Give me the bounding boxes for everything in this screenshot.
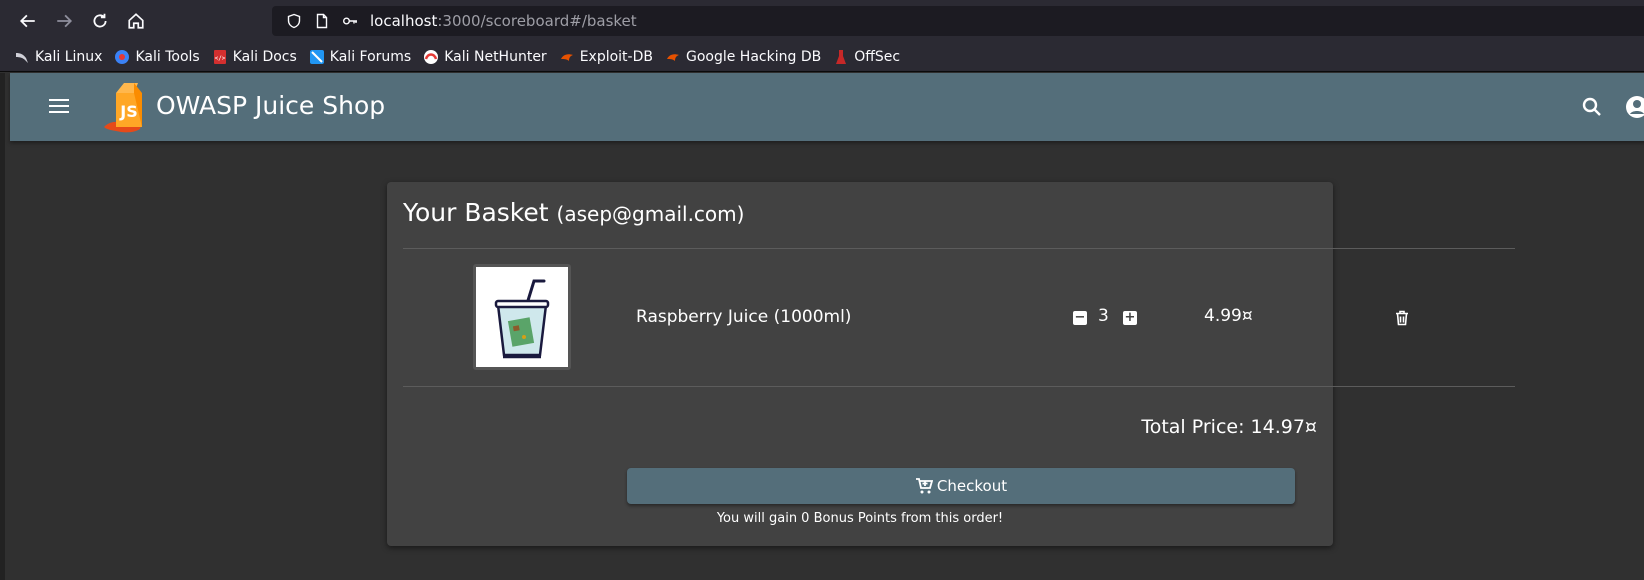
url-bar[interactable]: localhost:3000/scoreboard#/basket — [272, 6, 1644, 36]
home-icon — [128, 13, 144, 29]
kali-forums-icon — [309, 49, 325, 65]
bookmark-label: Kali Tools — [135, 48, 200, 65]
kali-dragon-icon — [14, 49, 30, 65]
bookmark-exploit-db[interactable]: Exploit-DB — [559, 49, 653, 65]
minus-icon: − — [1074, 310, 1086, 325]
browser-toolbar: localhost:3000/scoreboard#/basket — [0, 0, 1644, 42]
basket-card: Your Basket (asep@gmail.com) Raspberry J… — [387, 182, 1515, 546]
bookmark-label: Kali Linux — [35, 48, 103, 65]
app-toolbar: JS OWASP Juice Shop — [10, 73, 1644, 141]
search-icon[interactable] — [1580, 95, 1604, 119]
increase-quantity-button[interactable]: + — [1123, 311, 1137, 325]
bookmark-label: Kali Forums — [329, 48, 412, 65]
bookmark-label: Google Hacking DB — [685, 48, 822, 65]
kali-tools-icon — [114, 49, 130, 65]
checkout-label: Checkout — [936, 477, 1008, 495]
bookmark-label: Kali NetHunter — [444, 48, 547, 65]
cart-icon — [915, 478, 933, 494]
decrease-quantity-button[interactable]: − — [1073, 311, 1087, 325]
back-arrow-icon — [19, 14, 35, 28]
basket-heading: Your Basket (asep@gmail.com) — [403, 198, 744, 227]
reload-icon — [93, 13, 107, 28]
back-button[interactable] — [10, 3, 46, 39]
shield-icon[interactable] — [282, 9, 306, 33]
juice-shop-logo[interactable]: JS — [102, 79, 152, 135]
kali-nethunter-icon — [423, 49, 439, 65]
page-icon[interactable] — [310, 9, 334, 33]
total-price: Total Price: 14.97¤ — [1141, 416, 1317, 438]
bookmark-google-hacking-db[interactable]: Google Hacking DB — [665, 49, 821, 65]
item-price: 4.99¤ — [1204, 306, 1253, 326]
trash-icon — [1396, 310, 1408, 326]
divider-top — [403, 248, 1515, 249]
url-path: :3000/scoreboard#/basket — [437, 12, 637, 30]
bookmark-kali-forums[interactable]: Kali Forums — [309, 49, 411, 65]
quantity-value: 3 — [1098, 306, 1109, 326]
bookmark-kali-tools[interactable]: Kali Tools — [114, 48, 200, 65]
bookmarks-bar: Kali Linux Kali Tools </> Kali Docs Kali… — [0, 42, 1644, 72]
bonus-points-text: You will gain 0 Bonus Points from this o… — [716, 511, 1004, 526]
menu-button[interactable] — [46, 93, 72, 119]
bookmark-label: Kali Docs — [232, 48, 297, 65]
basket-user-email: (asep@gmail.com) — [556, 202, 745, 226]
key-icon[interactable] — [338, 9, 362, 33]
forward-arrow-icon — [57, 14, 73, 28]
divider-bottom — [403, 386, 1515, 387]
bookmark-kali-linux[interactable]: Kali Linux — [14, 49, 102, 65]
delete-item-button[interactable] — [1393, 309, 1411, 327]
svg-text:JS: JS — [119, 102, 137, 121]
exploit-db-icon — [559, 49, 575, 65]
home-button[interactable] — [118, 3, 154, 39]
bookmark-kali-nethunter[interactable]: Kali NetHunter — [423, 48, 547, 65]
account-icon[interactable] — [1625, 95, 1644, 119]
svg-text:</>: </> — [214, 55, 225, 62]
checkout-button[interactable]: Checkout — [627, 468, 1295, 504]
basket-title: Your Basket — [403, 198, 549, 227]
kali-docs-icon: </> — [212, 49, 228, 65]
reload-button[interactable] — [82, 3, 118, 39]
forward-button[interactable] — [46, 3, 82, 39]
ghdb-icon — [665, 49, 681, 65]
bookmark-label: OffSec — [854, 48, 901, 65]
bookmark-offsec[interactable]: OffSec — [833, 49, 900, 65]
app-title[interactable]: OWASP Juice Shop — [156, 91, 385, 120]
product-image — [473, 264, 571, 370]
offsec-icon — [833, 49, 849, 65]
bookmark-kali-docs[interactable]: </> Kali Docs — [212, 49, 297, 65]
plus-icon: + — [1124, 310, 1136, 325]
product-name: Raspberry Juice (1000ml) — [636, 307, 852, 327]
hamburger-menu-icon — [49, 99, 69, 113]
url-host: localhost — [370, 12, 438, 30]
bookmark-label: Exploit-DB — [579, 48, 653, 65]
